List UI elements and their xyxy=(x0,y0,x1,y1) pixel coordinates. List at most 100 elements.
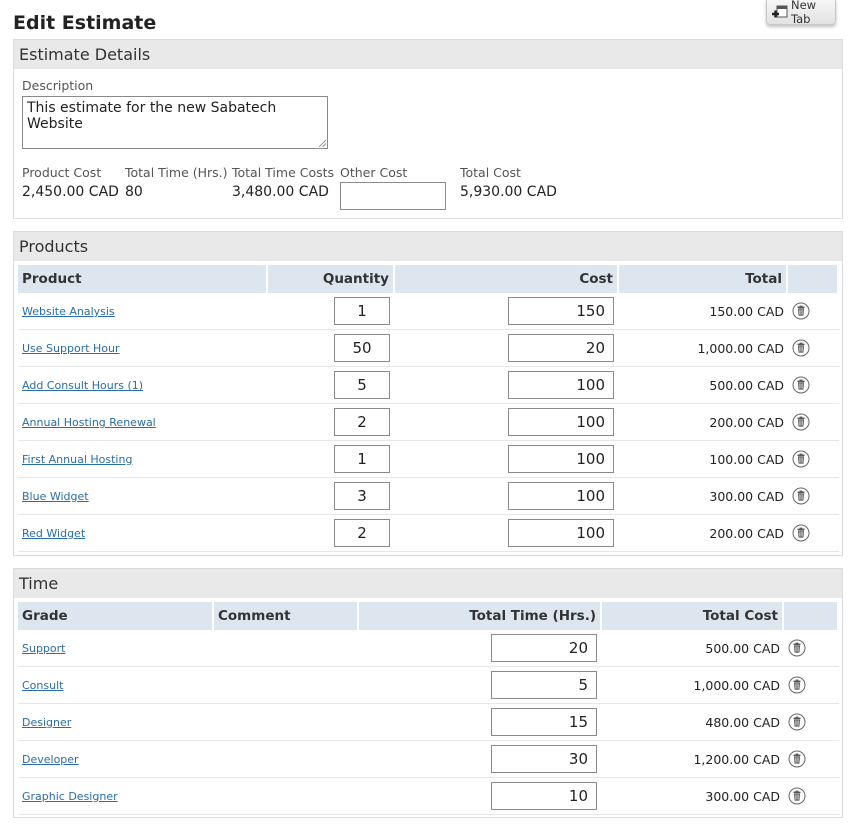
col-actions xyxy=(784,602,839,630)
cost-input[interactable]: 100 xyxy=(508,519,614,547)
trash-icon[interactable] xyxy=(788,639,806,657)
row-total: 200.00 CAD xyxy=(619,404,788,441)
table-row: Blue Widget 3 100 300.00 CAD xyxy=(18,478,839,515)
trash-icon[interactable] xyxy=(792,450,810,468)
description-textarea[interactable]: This estimate for the new Sabatech Websi… xyxy=(22,96,328,149)
total-cost-label: Total Cost xyxy=(460,165,521,180)
cost-input[interactable]: 100 xyxy=(508,408,614,436)
row-total-cost: 1,000.00 CAD xyxy=(602,667,784,704)
estimate-details-heading: Estimate Details xyxy=(14,40,842,69)
time-section: Time Grade Comment Total Time (Hrs.) Tot… xyxy=(13,568,843,818)
col-product: Product xyxy=(18,265,268,293)
grade-link[interactable]: Consult xyxy=(22,679,63,692)
col-quantity: Quantity xyxy=(268,265,395,293)
col-cost: Cost xyxy=(395,265,619,293)
total-time-label: Total Time (Hrs.) xyxy=(125,165,228,180)
cost-input[interactable]: 20 xyxy=(508,334,614,362)
row-total-cost: 300.00 CAD xyxy=(602,778,784,815)
description-value: This estimate for the new Sabatech Websi… xyxy=(27,100,277,132)
quantity-input[interactable]: 2 xyxy=(334,519,390,547)
product-cost-label: Product Cost xyxy=(22,165,102,180)
trash-icon[interactable] xyxy=(788,787,806,805)
col-comment: Comment xyxy=(214,602,359,630)
col-total: Total xyxy=(619,265,788,293)
trash-icon[interactable] xyxy=(788,676,806,694)
table-row: Use Support Hour 50 20 1,000.00 CAD xyxy=(18,330,839,367)
trash-icon[interactable] xyxy=(792,524,810,542)
row-total: 200.00 CAD xyxy=(619,515,788,552)
product-link[interactable]: Annual Hosting Renewal xyxy=(22,416,156,429)
grade-link[interactable]: Graphic Designer xyxy=(22,790,118,803)
quantity-input[interactable]: 1 xyxy=(334,297,390,325)
row-total-cost: 1,200.00 CAD xyxy=(602,741,784,778)
products-heading: Products xyxy=(14,232,842,261)
comment-cell xyxy=(214,704,359,741)
hours-input[interactable]: 10 xyxy=(491,782,597,810)
row-total: 1,000.00 CAD xyxy=(619,330,788,367)
total-time-costs-label: Total Time Costs xyxy=(232,165,335,180)
estimate-details-section: Estimate Details Description This estima… xyxy=(13,39,843,219)
hours-input[interactable]: 5 xyxy=(491,671,597,699)
other-cost-input[interactable] xyxy=(340,182,446,210)
product-link[interactable]: First Annual Hosting xyxy=(22,453,132,466)
row-total: 500.00 CAD xyxy=(619,367,788,404)
quantity-input[interactable]: 50 xyxy=(334,334,390,362)
cost-input[interactable]: 100 xyxy=(508,371,614,399)
row-total-cost: 500.00 CAD xyxy=(602,630,784,667)
cost-input[interactable]: 100 xyxy=(508,445,614,473)
table-row: First Annual Hosting 1 100 100.00 CAD xyxy=(18,441,839,478)
hours-input[interactable]: 15 xyxy=(491,708,597,736)
hours-input[interactable]: 20 xyxy=(491,634,597,662)
table-row: Graphic Designer 10 300.00 CAD xyxy=(18,778,839,815)
total-time-value: 80 xyxy=(125,184,143,200)
quantity-input[interactable]: 2 xyxy=(334,408,390,436)
cost-input[interactable]: 100 xyxy=(508,482,614,510)
row-total: 300.00 CAD xyxy=(619,478,788,515)
comment-cell xyxy=(214,778,359,815)
comment-cell xyxy=(214,667,359,704)
new-tab-button[interactable]: New Tab xyxy=(766,0,836,26)
product-cost-value: 2,450.00 CAD xyxy=(22,184,119,200)
cost-input[interactable]: 150 xyxy=(508,297,614,325)
description-label: Description xyxy=(22,78,94,93)
quantity-input[interactable]: 5 xyxy=(334,371,390,399)
table-row: Red Widget 2 100 200.00 CAD xyxy=(18,515,839,552)
comment-cell xyxy=(214,741,359,778)
trash-icon[interactable] xyxy=(792,339,810,357)
product-link[interactable]: Blue Widget xyxy=(22,490,89,503)
other-cost-label: Other Cost xyxy=(340,165,408,180)
col-grade: Grade xyxy=(18,602,214,630)
product-link[interactable]: Red Widget xyxy=(22,527,85,540)
trash-icon[interactable] xyxy=(792,487,810,505)
trash-icon[interactable] xyxy=(792,302,810,320)
new-tab-icon xyxy=(771,5,788,20)
product-link[interactable]: Use Support Hour xyxy=(22,342,120,355)
comment-cell xyxy=(214,630,359,667)
col-total-cost: Total Cost xyxy=(602,602,784,630)
quantity-input[interactable]: 3 xyxy=(334,482,390,510)
product-link[interactable]: Add Consult Hours (1) xyxy=(22,379,143,392)
row-total: 100.00 CAD xyxy=(619,441,788,478)
table-row: Developer 30 1,200.00 CAD xyxy=(18,741,839,778)
trash-icon[interactable] xyxy=(792,376,810,394)
row-total-cost: 480.00 CAD xyxy=(602,704,784,741)
table-row: Support 20 500.00 CAD xyxy=(18,630,839,667)
grade-link[interactable]: Support xyxy=(22,642,65,655)
trash-icon[interactable] xyxy=(788,713,806,731)
table-row: Website Analysis 1 150 150.00 CAD xyxy=(18,293,839,330)
grade-link[interactable]: Designer xyxy=(22,716,71,729)
hours-input[interactable]: 30 xyxy=(491,745,597,773)
total-cost-value: 5,930.00 CAD xyxy=(460,184,557,200)
products-table: Product Quantity Cost Total Website Anal… xyxy=(18,265,839,552)
col-total-time: Total Time (Hrs.) xyxy=(359,602,602,630)
trash-icon[interactable] xyxy=(788,750,806,768)
products-section: Products Product Quantity Cost Total Web… xyxy=(13,231,843,556)
quantity-input[interactable]: 1 xyxy=(334,445,390,473)
new-tab-label: New Tab xyxy=(791,0,817,26)
table-row: Annual Hosting Renewal 2 100 200.00 CAD xyxy=(18,404,839,441)
table-row: Designer 15 480.00 CAD xyxy=(18,704,839,741)
trash-icon[interactable] xyxy=(792,413,810,431)
grade-link[interactable]: Developer xyxy=(22,753,79,766)
product-link[interactable]: Website Analysis xyxy=(22,305,115,318)
resize-grip[interactable] xyxy=(319,140,326,147)
